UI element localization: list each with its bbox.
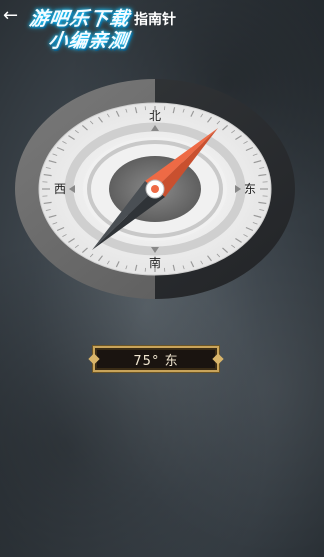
cardinal-west: 西 bbox=[54, 182, 66, 196]
cardinal-north: 北 bbox=[149, 109, 161, 123]
watermark-logo: 游吧乐下载 小编亲测 bbox=[5, 8, 151, 52]
compass-dial: 北 南 东 西 bbox=[15, 79, 295, 299]
cardinal-south: 南 bbox=[149, 255, 161, 270]
watermark-line-1: 游吧乐下载 bbox=[27, 8, 132, 30]
needle-pivot-inner bbox=[151, 185, 159, 193]
heading-readout: 75° 东 bbox=[93, 346, 219, 372]
watermark-line-2: 小编亲测 bbox=[46, 30, 131, 52]
cardinal-east: 东 bbox=[244, 182, 256, 196]
heading-readout-text: 75° 东 bbox=[133, 353, 179, 369]
